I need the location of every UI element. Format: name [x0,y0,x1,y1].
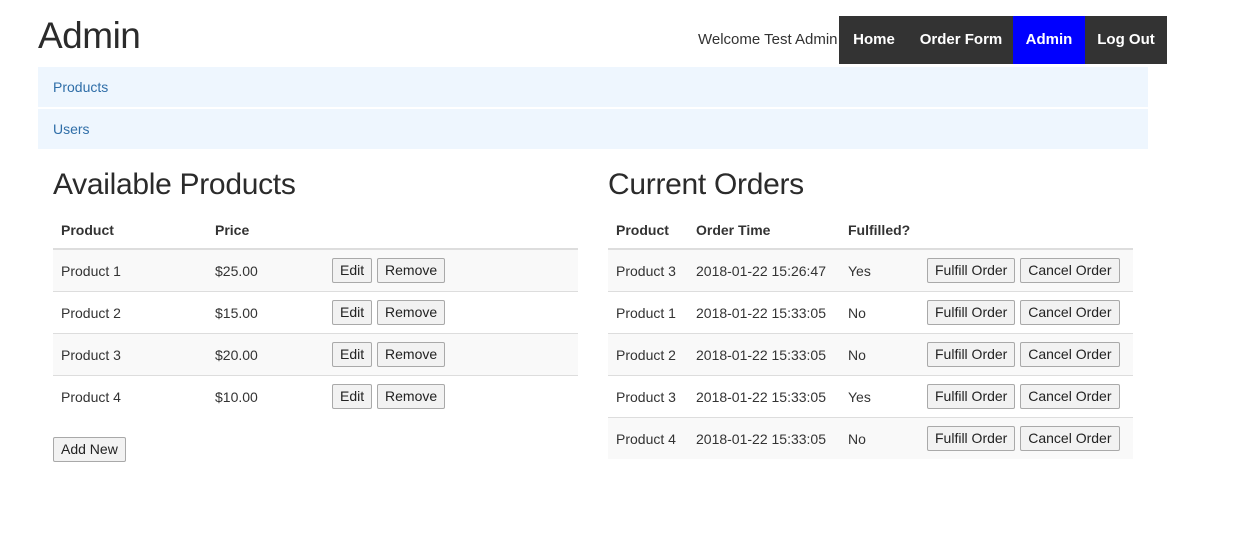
cancel-order-button[interactable]: Cancel Order [1020,426,1120,451]
product-actions: Edit Remove [324,248,578,292]
order-time: 2018-01-22 15:33:05 [688,417,840,459]
order-product: Product 4 [608,417,688,459]
product-row: Product 2 $15.00 Edit Remove [53,291,578,334]
orders-header-product: Product [608,211,688,250]
order-actions: Fulfill Order Cancel Order [919,375,1133,418]
edit-product-button[interactable]: Edit [332,300,373,325]
products-header-product: Product [53,211,207,250]
edit-product-button[interactable]: Edit [332,258,373,283]
product-name: Product 2 [53,291,207,334]
order-row: Product 3 2018-01-22 15:33:05 Yes Fulfil… [608,375,1133,418]
edit-product-button[interactable]: Edit [332,342,373,367]
products-header-price: Price [207,211,324,250]
product-actions: Edit Remove [324,333,578,376]
order-fulfilled: Yes [840,248,919,292]
order-actions: Fulfill Order Cancel Order [919,248,1133,292]
products-header-actions [324,211,578,250]
order-product: Product 3 [608,248,688,292]
orders-header-row: Product Order Time Fulfilled? [608,211,1133,250]
product-actions: Edit Remove [324,375,578,417]
product-name: Product 4 [53,375,207,417]
admin-menu-item-users[interactable]: Users [38,109,1148,149]
order-fulfilled: No [840,291,919,334]
order-fulfilled: No [840,417,919,459]
add-new-product-button[interactable]: Add New [53,437,126,462]
admin-menu-item-products[interactable]: Products [38,67,1148,107]
orders-header-actions [919,211,1133,250]
remove-product-button[interactable]: Remove [377,300,446,325]
nav-home-link[interactable]: Home [839,16,909,64]
orders-header-order-time: Order Time [688,211,840,250]
fulfill-order-button[interactable]: Fulfill Order [927,342,1016,367]
orders-header-fulfilled: Fulfilled? [840,211,919,250]
products-header-row: Product Price [53,211,578,250]
product-price: $10.00 [207,375,324,417]
fulfill-order-button[interactable]: Fulfill Order [927,258,1016,283]
order-time: 2018-01-22 15:33:05 [688,333,840,376]
order-product: Product 3 [608,375,688,418]
cancel-order-button[interactable]: Cancel Order [1020,384,1120,409]
page: Admin Welcome Test Admin Home Order Form… [0,0,1246,537]
orders-table: Product Order Time Fulfilled? Product 3 … [608,211,1133,459]
order-fulfilled: No [840,333,919,376]
order-actions: Fulfill Order Cancel Order [919,291,1133,334]
order-actions: Fulfill Order Cancel Order [919,417,1133,459]
order-actions: Fulfill Order Cancel Order [919,333,1133,376]
product-row: Product 1 $25.00 Edit Remove [53,248,578,292]
order-fulfilled: Yes [840,375,919,418]
cancel-order-button[interactable]: Cancel Order [1020,300,1120,325]
product-price: $25.00 [207,248,324,292]
order-row: Product 4 2018-01-22 15:33:05 No Fulfill… [608,417,1133,459]
order-time: 2018-01-22 15:33:05 [688,291,840,334]
welcome-message: Welcome Test Admin [698,31,838,48]
nav-logout-link[interactable]: Log Out [1085,16,1167,64]
product-name: Product 1 [53,248,207,292]
products-heading: Available Products [53,168,296,201]
order-time: 2018-01-22 15:26:47 [688,248,840,292]
order-row: Product 1 2018-01-22 15:33:05 No Fulfill… [608,291,1133,334]
page-title: Admin [38,15,141,56]
orders-heading: Current Orders [608,168,804,201]
product-actions: Edit Remove [324,291,578,334]
product-price: $15.00 [207,291,324,334]
order-row: Product 2 2018-01-22 15:33:05 No Fulfill… [608,333,1133,376]
order-product: Product 2 [608,333,688,376]
fulfill-order-button[interactable]: Fulfill Order [927,384,1016,409]
fulfill-order-button[interactable]: Fulfill Order [927,426,1016,451]
order-product: Product 1 [608,291,688,334]
product-row: Product 3 $20.00 Edit Remove [53,333,578,376]
nav-admin-link[interactable]: Admin [1013,16,1085,64]
remove-product-button[interactable]: Remove [377,384,446,409]
top-nav: Home Order Form Admin Log Out [839,16,1167,64]
products-table: Product Price Product 1 $25.00 Edit Remo… [53,211,578,417]
order-time: 2018-01-22 15:33:05 [688,375,840,418]
product-row: Product 4 $10.00 Edit Remove [53,375,578,417]
fulfill-order-button[interactable]: Fulfill Order [927,300,1016,325]
order-row: Product 3 2018-01-22 15:26:47 Yes Fulfil… [608,248,1133,292]
remove-product-button[interactable]: Remove [377,342,446,367]
edit-product-button[interactable]: Edit [332,384,373,409]
remove-product-button[interactable]: Remove [377,258,446,283]
product-name: Product 3 [53,333,207,376]
cancel-order-button[interactable]: Cancel Order [1020,258,1120,283]
cancel-order-button[interactable]: Cancel Order [1020,342,1120,367]
admin-menu: Products Users [38,67,1148,151]
nav-order-form-link[interactable]: Order Form [909,16,1013,64]
product-price: $20.00 [207,333,324,376]
